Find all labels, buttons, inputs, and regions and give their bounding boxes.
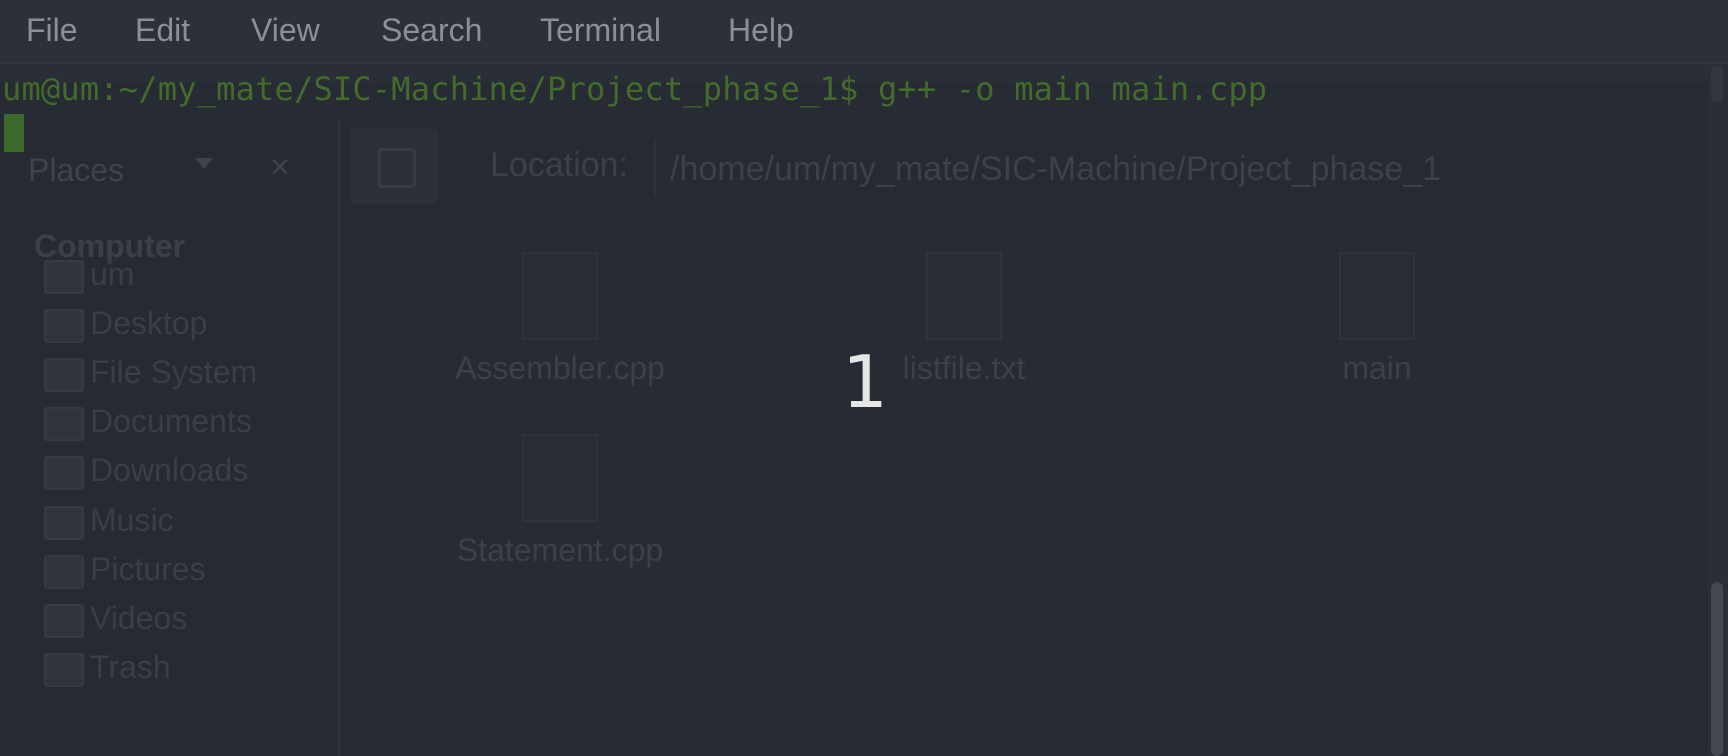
folder-icon (44, 555, 84, 589)
file-assembler-cpp[interactable]: Assembler.cpp (430, 252, 690, 387)
folder-icon (44, 309, 84, 343)
sidebar-divider (338, 120, 340, 756)
sidebar-item-label: Downloads (90, 452, 249, 488)
executable-icon (1339, 252, 1415, 340)
location-label: Location: (490, 146, 628, 184)
file-name: Assembler.cpp (455, 350, 665, 386)
menu-view[interactable]: View (251, 12, 320, 49)
places-label: Places (28, 152, 125, 188)
sidebar-item-label: Trash (90, 649, 171, 685)
menu-terminal[interactable]: Terminal (540, 12, 661, 49)
document-icon (926, 252, 1002, 340)
file-main[interactable]: main (1247, 252, 1507, 387)
folder-icon (44, 407, 84, 441)
scrollbar-thumb[interactable] (1711, 582, 1723, 756)
file-name: main (1342, 350, 1412, 386)
sidebar-item-label: Music (90, 502, 174, 538)
menu-search[interactable]: Search (381, 12, 482, 49)
go-up-button[interactable] (350, 128, 438, 204)
menu-help[interactable]: Help (728, 12, 794, 49)
terminal-cursor (4, 114, 24, 152)
file-name: Statement.cpp (456, 532, 664, 568)
chevron-down-icon[interactable] (195, 158, 213, 169)
sidebar-item-label: Videos (90, 600, 188, 636)
folder-icon (44, 506, 84, 540)
places-dropdown[interactable]: Places (24, 150, 264, 190)
folder-icon (44, 456, 84, 490)
location-field[interactable]: /home/um/my_mate/SIC-Machine/Project_pha… (654, 138, 1696, 198)
sidebar-item-label: Documents (90, 403, 252, 439)
up-arrow-icon (378, 148, 416, 188)
folder-icon (44, 604, 84, 638)
terminal-prompt-line: um@um:~/my_mate/SIC-Machine/Project_phas… (2, 70, 1268, 108)
close-icon[interactable]: × (270, 148, 290, 187)
drive-icon (44, 358, 84, 392)
folder-home-icon (44, 260, 84, 294)
menu-edit[interactable]: Edit (135, 12, 190, 49)
terminal-menubar: File Edit View Search Terminal Help (0, 0, 1728, 64)
location-value: /home/um/my_mate/SIC-Machine/Project_pha… (670, 150, 1442, 188)
document-icon (522, 434, 598, 522)
sidebar-item-label: File System (90, 354, 258, 390)
document-icon (522, 252, 598, 340)
sidebar-item-label: um (90, 256, 135, 292)
file-statement-cpp[interactable]: Statement.cpp (430, 434, 690, 569)
menu-file[interactable]: File (26, 12, 78, 49)
sidebar-item-label: Desktop (90, 305, 208, 341)
scrollbar-top (1711, 66, 1723, 102)
step-number: 1 (842, 340, 888, 424)
sidebar-item-label: Pictures (90, 551, 206, 587)
trash-icon (44, 653, 84, 687)
